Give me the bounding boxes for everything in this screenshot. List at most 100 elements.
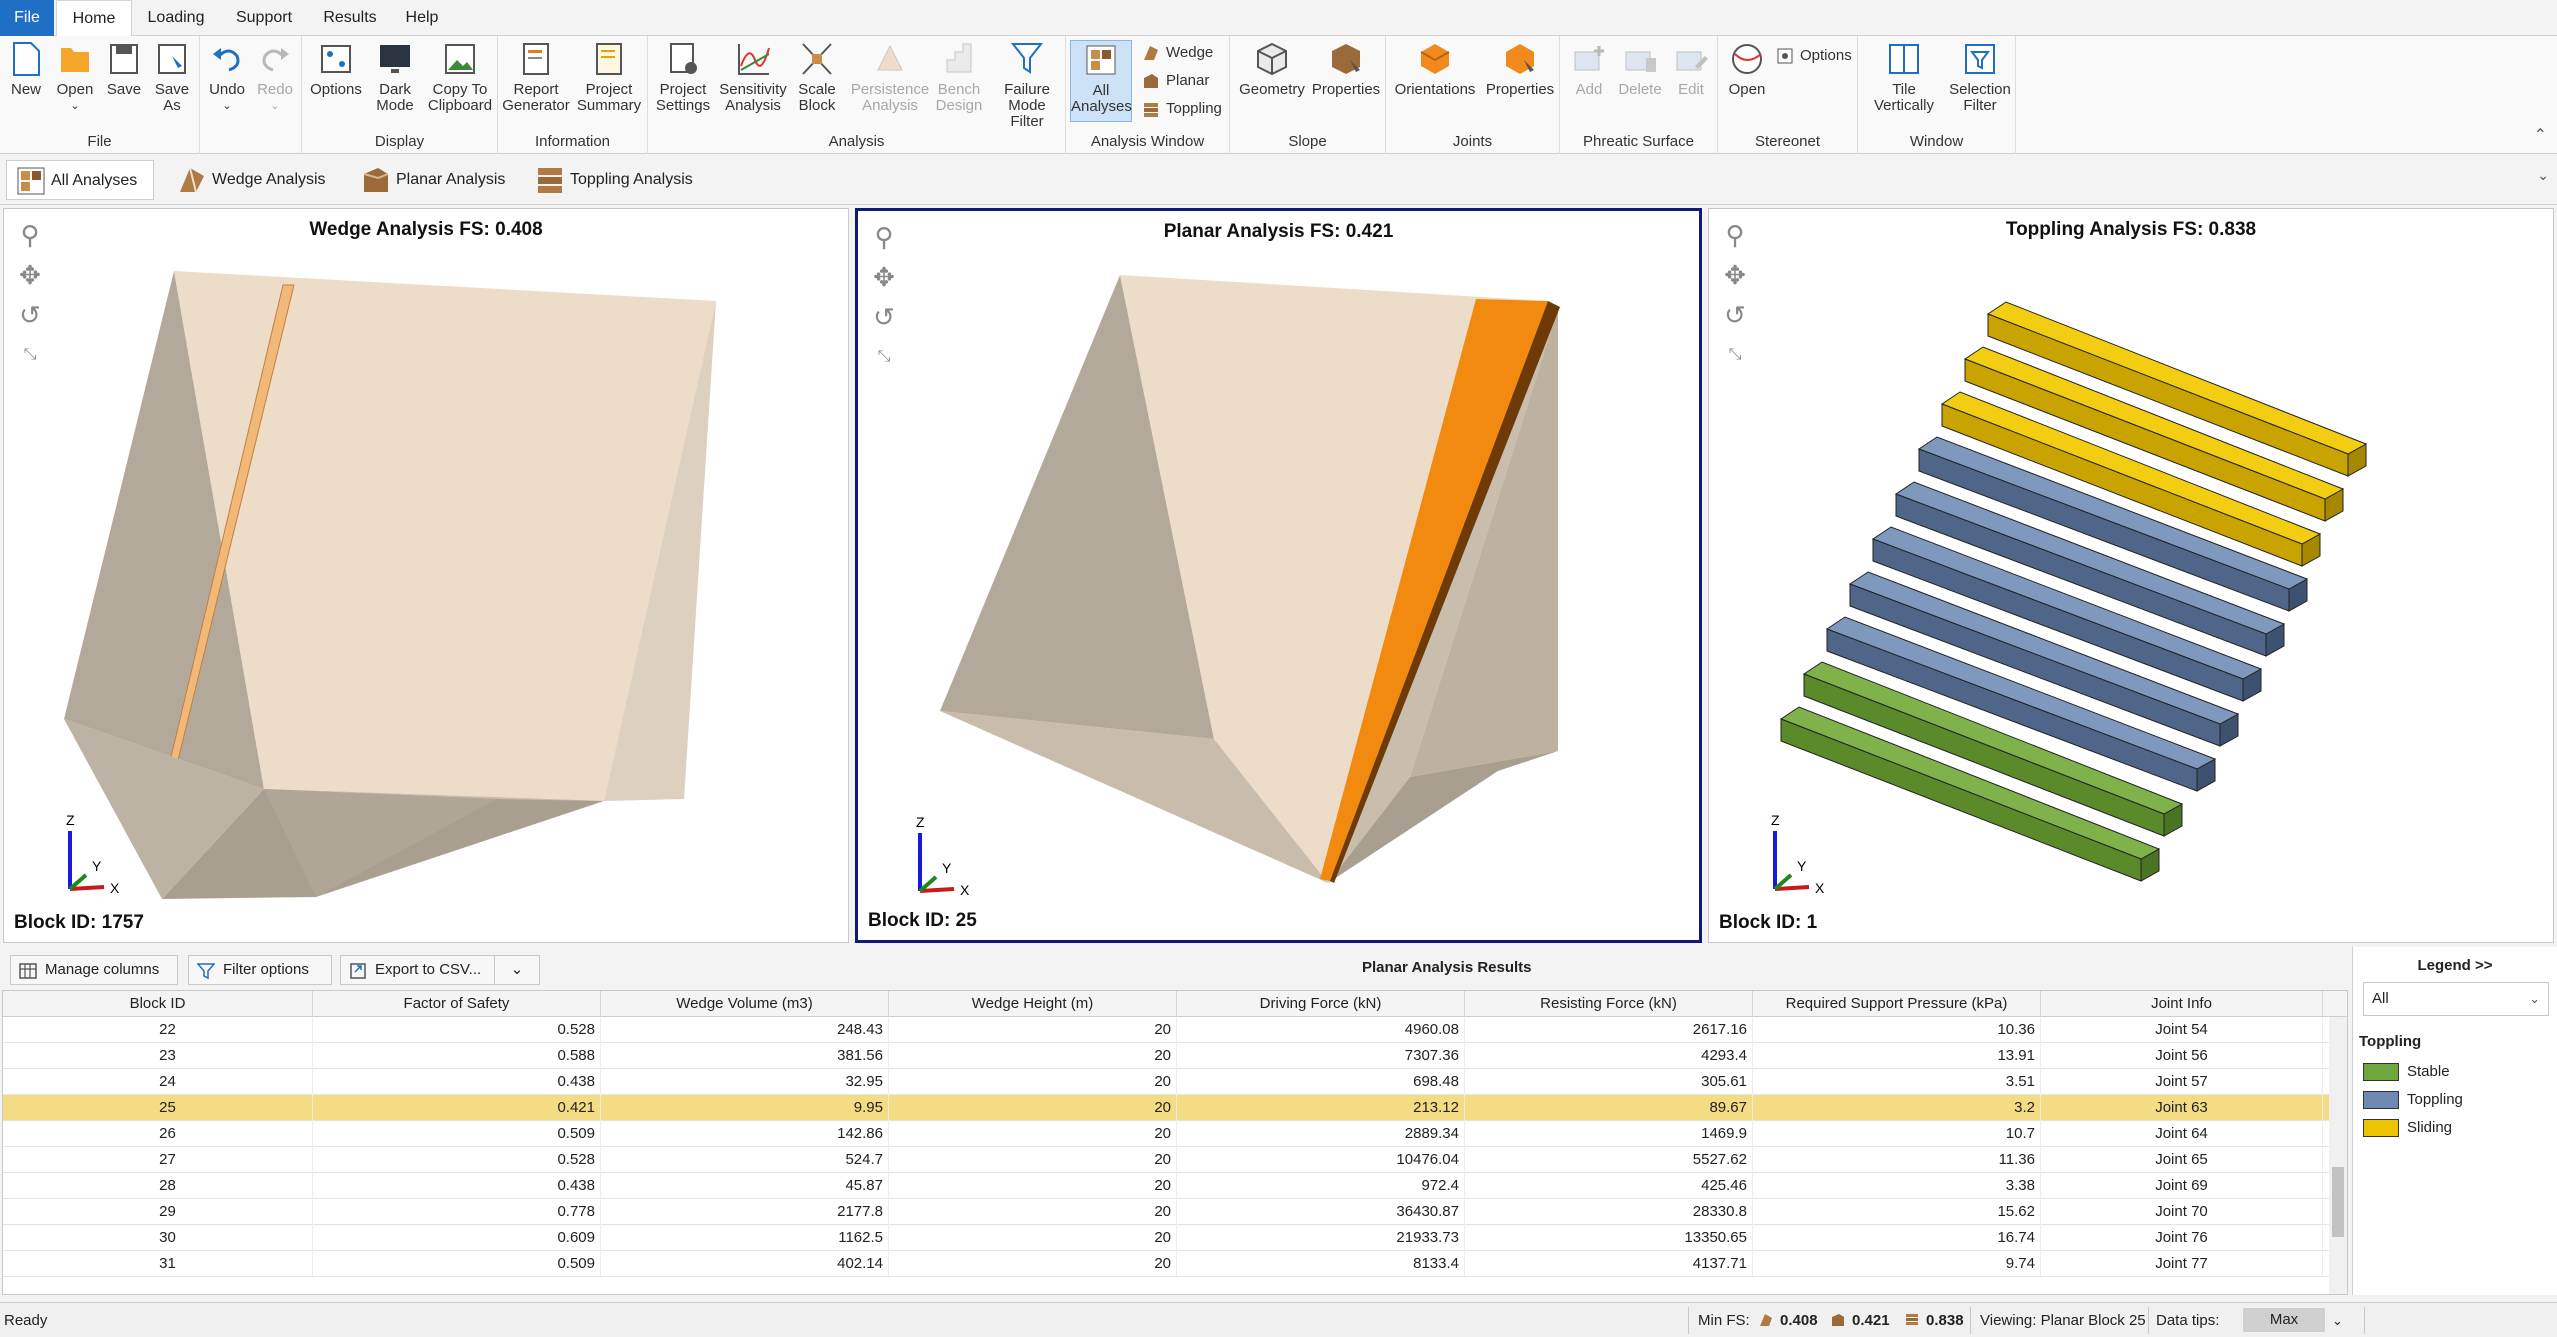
- tab-all-analyses[interactable]: All Analyses: [6, 160, 154, 200]
- selection-filter-icon: [1965, 44, 1995, 74]
- project-summary-button[interactable]: Project Summary: [574, 40, 644, 114]
- column-header[interactable]: Resisting Force (kN): [1465, 991, 1753, 1017]
- tab-planar-analysis[interactable]: Planar Analysis: [352, 160, 508, 200]
- table-cell: 3.51: [1753, 1069, 2041, 1095]
- all-analyses-button[interactable]: All Analyses: [1070, 40, 1132, 122]
- table-row[interactable]: 24 0.438 32.95 20 698.48 305.61 3.51 Joint 57: [3, 1069, 2329, 1095]
- zoom-extents-icon[interactable]: ⤡: [866, 337, 902, 377]
- stereonet-options-button[interactable]: Options: [1776, 44, 1852, 68]
- data-tips-select[interactable]: Max: [2243, 1308, 2325, 1332]
- options-button[interactable]: Options: [310, 40, 362, 98]
- legend-section-title: Toppling: [2359, 1033, 2422, 1050]
- scrollbar-thumb[interactable]: [2332, 1167, 2344, 1237]
- zoom-magnifier-icon[interactable]: ⚲: [1717, 215, 1753, 255]
- table-row[interactable]: 27 0.528 524.7 20 10476.04 5527.62 11.36 Joint …: [3, 1147, 2329, 1173]
- persistence-analysis-button[interactable]: Persistence Analysis: [846, 40, 934, 114]
- tile-vertically-button[interactable]: Tile Vertically: [1864, 40, 1944, 114]
- tabs-overflow-chevron-icon[interactable]: ⌄: [2537, 167, 2549, 184]
- ribbon-toolbar: New Open ⌄ Save Save As File Undo ⌄ Redo ⌄ …: [0, 36, 2557, 154]
- viewport-toppling-analysis[interactable]: Toppling Analysis FS: 0.838 ⚲ ✥ ↺ ⤡ Z Y …: [1708, 208, 2554, 943]
- pan-arrows-icon[interactable]: ✥: [12, 255, 48, 295]
- data-tips-chevron-icon[interactable]: ⌄: [2332, 1303, 2343, 1337]
- viewport-wedge-analysis[interactable]: Wedge Analysis FS: 0.408 ⚲ ✥ ↺ ⤡ Z Y X B…: [3, 208, 849, 943]
- slope-properties-button[interactable]: Properties: [1310, 40, 1382, 98]
- rotate-icon[interactable]: ↺: [866, 297, 902, 337]
- table-row[interactable]: 30 0.609 1162.5 20 21933.73 13350.65 16.74 Join…: [3, 1225, 2329, 1251]
- selection-filter-button[interactable]: Selection Filter: [1946, 40, 2014, 114]
- column-header[interactable]: Wedge Volume (m3): [601, 991, 889, 1017]
- redo-button[interactable]: Redo ⌄: [252, 40, 298, 114]
- table-row[interactable]: 25 0.421 9.95 20 213.12 89.67 3.2 Joint 63: [3, 1095, 2329, 1121]
- menu-tab-help[interactable]: Help: [392, 0, 452, 36]
- toppling-window-button[interactable]: Toppling: [1142, 97, 1222, 121]
- orientations-button[interactable]: Orientations: [1390, 40, 1480, 98]
- menu-tab-home[interactable]: Home: [56, 0, 132, 37]
- table-row[interactable]: 23 0.588 381.56 20 7307.36 4293.4 13.91 Joint 5…: [3, 1043, 2329, 1069]
- zoom-magnifier-icon[interactable]: ⚲: [12, 215, 48, 255]
- menu-tab-support[interactable]: Support: [226, 0, 302, 36]
- failure-mode-filter-button[interactable]: Failure Mode Filter: [990, 40, 1064, 130]
- tab-wedge-analysis[interactable]: Wedge Analysis: [168, 160, 328, 200]
- save-button[interactable]: Save: [102, 40, 146, 98]
- dark-mode-button[interactable]: Dark Mode: [370, 40, 420, 114]
- pan-arrows-icon[interactable]: ✥: [866, 257, 902, 297]
- save-as-button[interactable]: Save As: [148, 40, 196, 114]
- table-row[interactable]: 31 0.509 402.14 20 8133.4 4137.71 9.74 Joint 77: [3, 1251, 2329, 1277]
- column-header[interactable]: Required Support Pressure (kPa): [1753, 991, 2041, 1017]
- report-generator-button[interactable]: Report Generator: [502, 40, 570, 114]
- export-csv-button[interactable]: Export to CSV...: [340, 955, 496, 985]
- table-cell: 1469.9: [1465, 1121, 1753, 1147]
- legend-filter-select[interactable]: All ⌄: [2363, 982, 2549, 1016]
- copy-to-clipboard-button[interactable]: Copy To Clipboard: [426, 40, 494, 114]
- menu-tab-loading[interactable]: Loading: [138, 0, 214, 36]
- column-header[interactable]: Block ID: [3, 991, 313, 1017]
- column-header[interactable]: Wedge Height (m): [889, 991, 1177, 1017]
- rotate-icon[interactable]: ↺: [12, 295, 48, 335]
- viewport-planar-analysis[interactable]: Planar Analysis FS: 0.421 ⚲ ✥ ↺ ⤡ Z Y X …: [855, 208, 1702, 943]
- edit-phreatic-button[interactable]: Edit: [1668, 40, 1714, 98]
- open-button[interactable]: Open ⌄: [52, 40, 98, 114]
- table-cell: 698.48: [1177, 1069, 1465, 1095]
- table-row[interactable]: 22 0.528 248.43 20 4960.08 2617.16 10.36 Joint …: [3, 1017, 2329, 1043]
- filter-options-button[interactable]: Filter options: [188, 955, 332, 985]
- group-label-joints: Joints: [1452, 133, 1493, 150]
- stereonet-open-button[interactable]: Open: [1722, 40, 1772, 98]
- project-settings-button[interactable]: Project Settings: [652, 40, 714, 114]
- table-row[interactable]: 28 0.438 45.87 20 972.4 425.46 3.38 Joint 69: [3, 1173, 2329, 1199]
- column-header[interactable]: Joint Info: [2041, 991, 2323, 1017]
- export-dropdown-chevron-icon[interactable]: ⌄: [494, 955, 540, 985]
- wedge-window-button[interactable]: Wedge: [1142, 41, 1213, 65]
- zoom-magnifier-icon[interactable]: ⚲: [866, 217, 902, 257]
- add-phreatic-button[interactable]: Add: [1566, 40, 1612, 98]
- manage-columns-button[interactable]: Manage columns: [10, 955, 178, 985]
- pan-arrows-icon[interactable]: ✥: [1717, 255, 1753, 295]
- new-button[interactable]: New: [4, 40, 48, 98]
- menu-tab-results[interactable]: Results: [312, 0, 388, 36]
- sensitivity-analysis-button[interactable]: Sensitivity Analysis: [718, 40, 788, 114]
- table-row[interactable]: 29 0.778 2177.8 20 36430.87 28330.8 15.62 Joint…: [3, 1199, 2329, 1225]
- undo-button[interactable]: Undo ⌄: [204, 40, 250, 114]
- project-settings-label: Project Settings: [655, 81, 711, 114]
- joint-properties-button[interactable]: Properties: [1484, 40, 1556, 98]
- tab-toppling-analysis[interactable]: Toppling Analysis: [526, 160, 706, 200]
- table-cell: 20: [889, 1147, 1177, 1173]
- bench-design-button[interactable]: Bench Design: [922, 40, 996, 114]
- column-header[interactable]: Driving Force (kN): [1177, 991, 1465, 1017]
- axis-y-label: Y: [1797, 858, 1807, 874]
- table-row[interactable]: 26 0.509 142.86 20 2889.34 1469.9 10.7 Joint 64: [3, 1121, 2329, 1147]
- menu-tab-file[interactable]: File: [0, 0, 54, 36]
- delete-phreatic-button[interactable]: Delete: [1616, 40, 1664, 98]
- sensitivity-label: Sensitivity Analysis: [719, 81, 787, 114]
- zoom-extents-icon[interactable]: ⤡: [12, 335, 48, 375]
- planar-window-button[interactable]: Planar: [1142, 69, 1209, 93]
- tab-toppling-label: Toppling Analysis: [570, 171, 693, 188]
- zoom-extents-icon[interactable]: ⤡: [1717, 335, 1753, 375]
- collapse-ribbon-chevron-icon[interactable]: ⌃: [2534, 125, 2547, 145]
- geometry-button[interactable]: Geometry: [1236, 40, 1308, 98]
- column-header[interactable]: Factor of Safety: [313, 991, 601, 1017]
- status-viewing: Viewing: Planar Block 25: [1980, 1312, 2146, 1329]
- legend-toggle[interactable]: Legend >>: [2353, 957, 2557, 974]
- scale-block-button[interactable]: Scale Block: [792, 40, 842, 114]
- rotate-icon[interactable]: ↺: [1717, 295, 1753, 335]
- table-vertical-scrollbar[interactable]: [2329, 1017, 2347, 1294]
